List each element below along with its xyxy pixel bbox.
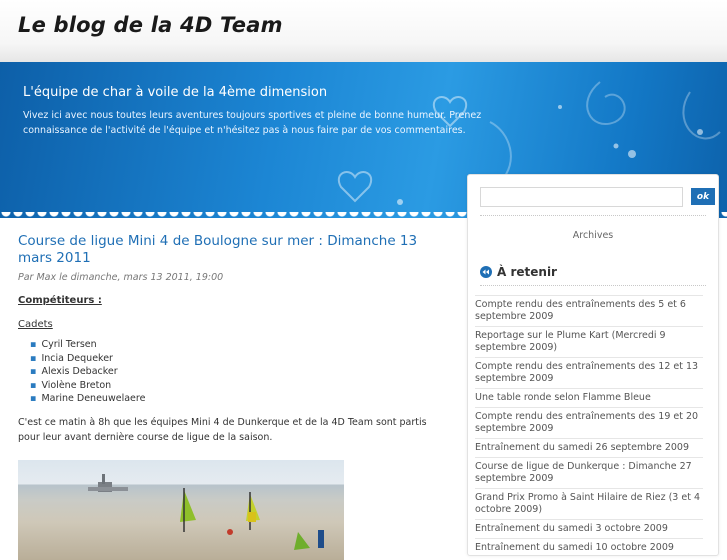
retenir-title: À retenir [497,265,557,279]
list-item[interactable]: Compte rendu des entraînements des 5 et … [475,295,703,326]
tagline: L'équipe de char à voile de la 4ème dime… [23,85,328,100]
post-paragraph: C'est ce matin à 8h que les équipes Mini… [18,416,427,443]
list-item: Incia Dequeker [30,352,448,366]
list-item: Violène Breton [30,379,448,393]
list-item[interactable]: Entraînement du samedi 10 octobre 2009 [475,538,703,557]
site-title[interactable]: Le blog de la 4D Team [18,13,283,37]
list-item[interactable]: Compte rendu des entraînements des 19 et… [475,407,703,438]
competitors-heading: Compétiteurs : [18,295,102,306]
post-title[interactable]: Course de ligue Mini 4 de Boulogne sur m… [18,233,448,267]
divider [480,215,706,216]
post-meta: Par Max le dimanche, mars 13 2011, 19:00 [18,272,224,283]
sidebar: ok Archives À retenir Compte rendu des e… [467,174,719,556]
list-item[interactable]: Entraînement du samedi 3 octobre 2009 [475,519,703,538]
retenir-list: Compte rendu des entraînements des 5 et … [475,295,703,557]
search-input[interactable] [480,187,683,207]
arrow-circle-icon [480,266,492,278]
list-item[interactable]: Entraînement du samedi 26 septembre 2009 [475,438,703,457]
list-item[interactable]: Une table ronde selon Flamme Bleue [475,388,703,407]
archives-link[interactable]: Archives [468,230,718,241]
post: Course de ligue Mini 4 de Boulogne sur m… [18,233,448,560]
list-item: Marine Deneuwelaere [30,392,448,406]
divider [480,285,706,286]
list-item[interactable]: Compte rendu des entraînements des 12 et… [475,357,703,388]
list-item: Cyril Tersen [30,338,448,352]
intro-text: Vivez ici avec nous toutes leurs aventur… [23,110,482,136]
retenir-header: À retenir [480,265,557,279]
category-heading: Cadets [18,319,53,330]
list-item[interactable]: Course de ligue de Dunkerque : Dimanche … [475,457,703,488]
list-item: Alexis Debacker [30,365,448,379]
header-bar: Le blog de la 4D Team [0,0,727,62]
list-item[interactable]: Reportage sur le Plume Kart (Mercredi 9 … [475,326,703,357]
competitors-list: Cyril Tersen Incia Dequeker Alexis Debac… [30,338,448,406]
search-button[interactable]: ok [691,188,715,205]
list-item[interactable]: Grand Prix Promo à Saint Hilaire de Riez… [475,488,703,519]
